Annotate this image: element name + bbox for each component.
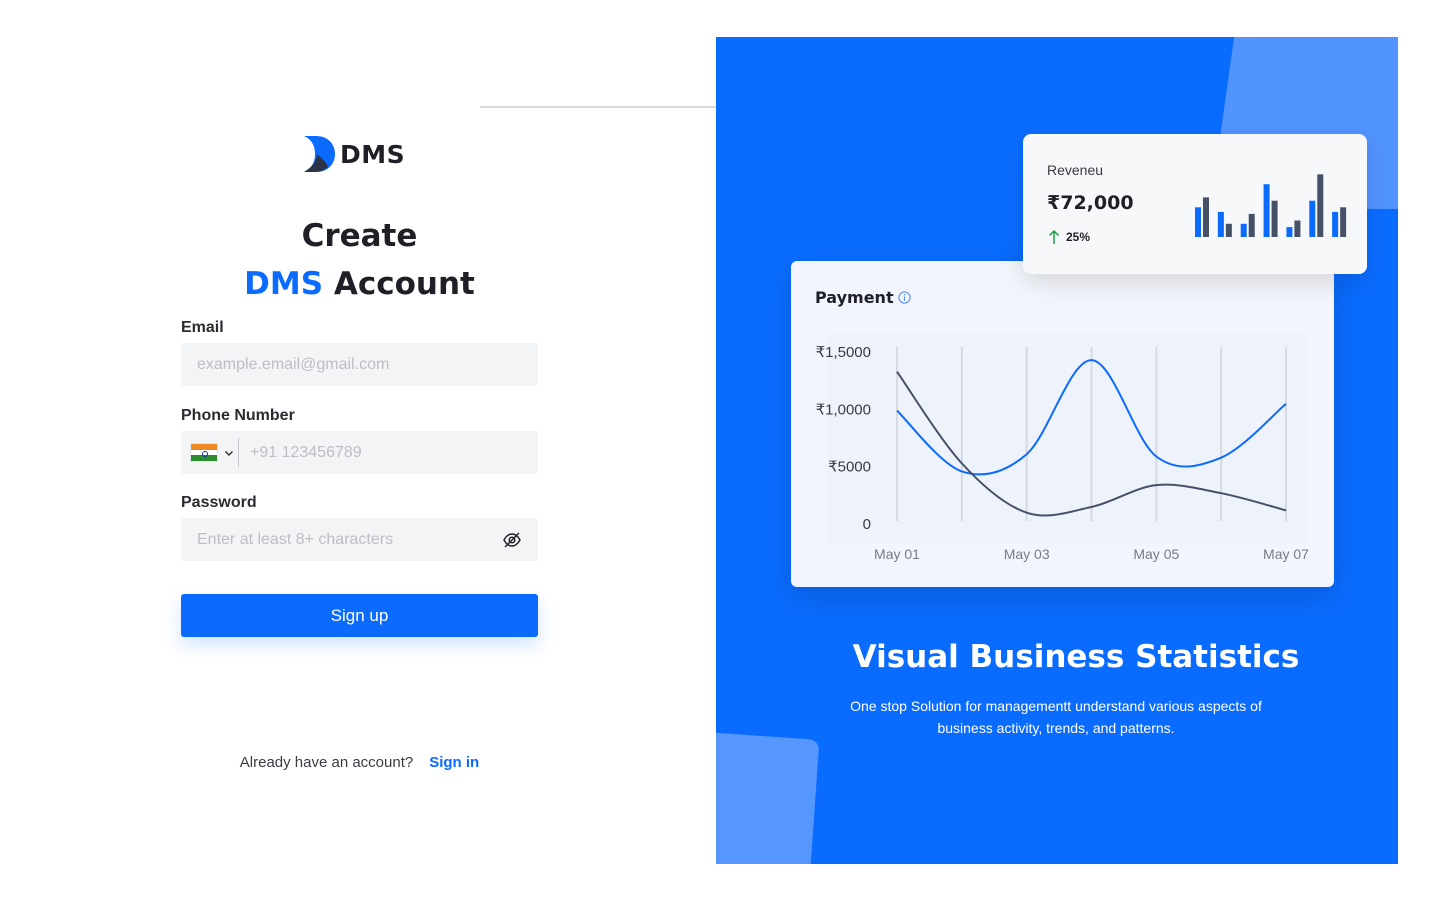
info-icon[interactable] <box>897 291 911 304</box>
chevron-down-icon <box>225 450 233 456</box>
promo-heading: Visual Business Statistics <box>852 639 1300 675</box>
phone-input[interactable] <box>244 431 538 474</box>
india-flag-icon <box>190 443 218 462</box>
revenue-bar <box>1309 200 1316 237</box>
email-field-container <box>181 343 538 386</box>
revenue-bar <box>1294 220 1301 237</box>
plot-area <box>827 333 1307 543</box>
password-input[interactable] <box>181 518 538 561</box>
promo-panel: Reveneu ₹72,000 25% Payment 0 ₹5000 ₹1,000… <box>716 37 1398 864</box>
arrow-up-icon <box>1048 229 1060 244</box>
y-tick-label: 0 <box>863 516 871 533</box>
promo-subtext: One stop Solution for managementt unders… <box>850 698 1262 736</box>
payment-title: Payment <box>815 288 894 307</box>
signup-form: DMS Create DMS Account Email Phone Numbe… <box>181 0 538 900</box>
x-tick-label: May 07 <box>1263 546 1309 562</box>
signup-button[interactable]: Sign up <box>181 594 538 637</box>
y-tick-label: ₹5000 <box>828 459 871 476</box>
title-line-2: DMS Account <box>181 260 538 308</box>
revenue-bar <box>1203 197 1209 237</box>
revenue-change: 25% <box>1047 229 1090 245</box>
title-rest: Account <box>333 266 475 302</box>
title-line-1: Create <box>301 218 418 254</box>
revenue-bar <box>1195 207 1201 237</box>
y-tick-label: ₹1,5000 <box>816 344 871 361</box>
revenue-bar <box>1271 200 1278 237</box>
email-label: Email <box>181 319 224 336</box>
revenue-bar <box>1317 174 1324 237</box>
email-input[interactable] <box>181 343 538 386</box>
revenue-bar <box>1248 213 1255 237</box>
title-accent: DMS <box>244 266 324 302</box>
phone-label: Phone Number <box>181 407 295 424</box>
payment-card: Payment 0 ₹5000 ₹1,0000 ₹1,5000 May 01 May 03… <box>791 261 1334 587</box>
brand-name: DMS <box>340 139 406 169</box>
revenue-bar <box>1332 211 1339 237</box>
revenue-bar <box>1240 223 1247 237</box>
revenue-bar <box>1225 223 1232 237</box>
y-tick-label: ₹1,0000 <box>816 401 871 418</box>
revenue-card: Reveneu ₹72,000 25% <box>1023 134 1367 274</box>
revenue-bar-chart <box>1195 174 1347 237</box>
country-code-selector[interactable] <box>181 431 244 474</box>
signin-prompt-row: Already have an account? Sign in <box>181 754 538 771</box>
phone-field-container <box>181 431 538 474</box>
password-label: Password <box>181 494 257 511</box>
revenue-bar <box>1263 184 1270 237</box>
x-tick-label: May 03 <box>1004 546 1050 562</box>
revenue-bar <box>1286 227 1293 237</box>
signin-link[interactable]: Sign in <box>429 754 479 771</box>
password-field-container <box>181 518 538 561</box>
revenue-change-value: 25% <box>1066 230 1091 244</box>
decor-shape-bottom-left <box>716 730 820 864</box>
page-title: Create DMS Account <box>181 212 538 308</box>
payment-line-chart: 0 ₹5000 ₹1,0000 ₹1,5000 May 01 May 03 May 05 Ma… <box>816 333 1309 562</box>
x-tick-label: May 05 <box>1133 546 1179 562</box>
payment-title-row: Payment <box>815 288 911 307</box>
brand-logo: DMS <box>302 133 412 175</box>
revenue-value: ₹72,000 <box>1047 192 1134 214</box>
signin-prompt-text: Already have an account? <box>239 754 414 771</box>
revenue-label: Reveneu <box>1047 162 1104 178</box>
eye-off-icon[interactable] <box>502 530 522 550</box>
revenue-bar <box>1217 211 1224 237</box>
dms-logo-icon <box>304 136 335 172</box>
x-tick-label: May 01 <box>874 546 920 562</box>
revenue-bar <box>1340 207 1347 237</box>
phone-divider <box>238 438 239 467</box>
